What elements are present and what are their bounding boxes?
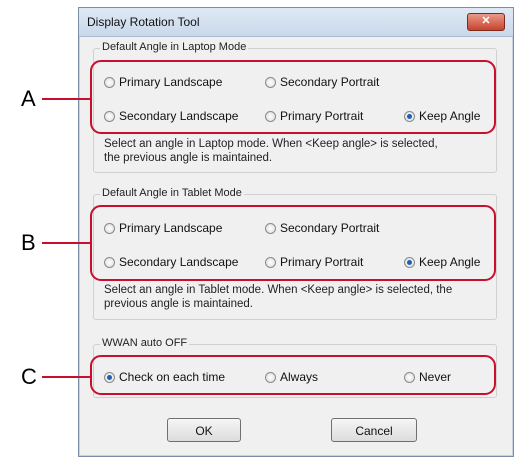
close-icon: ✕ <box>481 15 491 27</box>
callout-box-a <box>90 60 496 134</box>
help-line: previous angle is maintained. <box>104 298 253 310</box>
window-title: Display Rotation Tool <box>87 15 200 29</box>
callout-line-b <box>42 242 90 244</box>
laptop-help-text: Select an angle in Laptop mode. When <Ke… <box>104 137 489 165</box>
help-line: Select an angle in Laptop mode. When <Ke… <box>104 138 438 150</box>
callout-box-c <box>90 355 496 395</box>
callout-label-b: B <box>21 230 36 255</box>
tablet-mode-legend: Default Angle in Tablet Mode <box>100 187 244 199</box>
callout-line-c <box>42 376 90 378</box>
close-button[interactable]: ✕ <box>467 13 505 31</box>
help-line: the previous angle is maintained. <box>104 152 273 164</box>
ok-button[interactable]: OK <box>167 418 241 442</box>
wwan-legend: WWAN auto OFF <box>100 337 190 349</box>
callout-box-b <box>90 205 496 281</box>
title-bar[interactable]: Display Rotation Tool ✕ <box>79 8 513 37</box>
callout-label-a: A <box>21 86 36 111</box>
tablet-help-text: Select an angle in Tablet mode. When <Ke… <box>104 283 489 311</box>
callout-label-c: C <box>21 364 37 389</box>
cancel-button[interactable]: Cancel <box>331 418 417 442</box>
help-line: Select an angle in Tablet mode. When <Ke… <box>104 284 453 296</box>
laptop-mode-legend: Default Angle in Laptop Mode <box>100 41 249 53</box>
callout-line-a <box>42 98 90 100</box>
